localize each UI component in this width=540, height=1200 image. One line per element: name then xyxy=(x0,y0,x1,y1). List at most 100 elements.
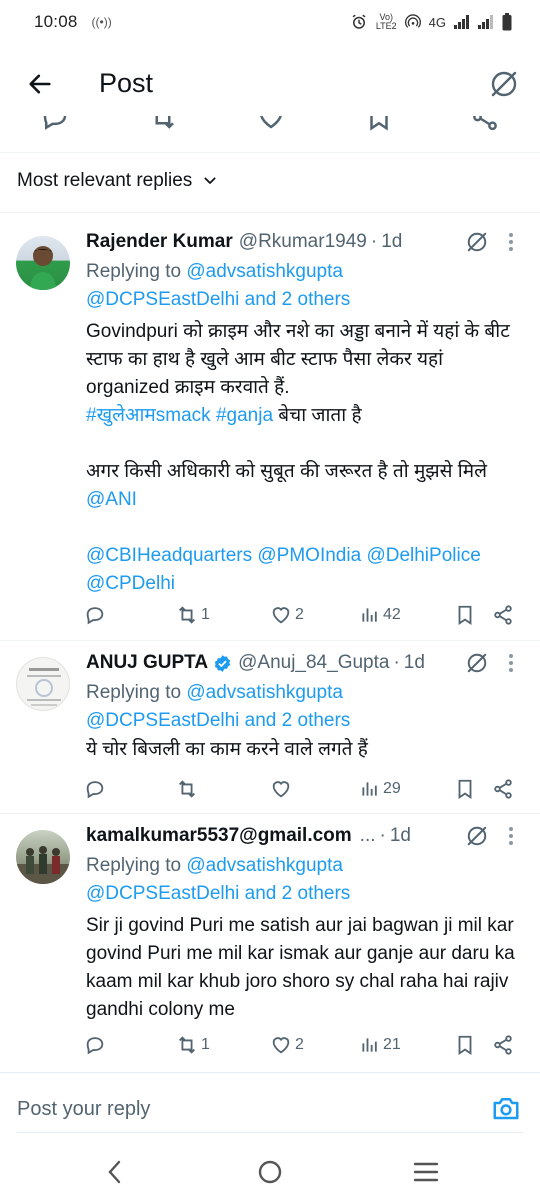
mention-link[interactable]: @PMOIndia xyxy=(257,545,361,566)
repost-icon xyxy=(179,1036,195,1054)
divider xyxy=(0,813,540,814)
reply-item[interactable]: Rajender Kumar @Rkumar1949 · 1d Replying… xyxy=(0,228,540,640)
nav-home-button[interactable] xyxy=(250,1155,290,1189)
replying-others-link[interactable]: @DCPSEastDelhi and 2 others xyxy=(86,289,350,310)
grok-button[interactable] xyxy=(464,650,490,676)
avatar[interactable] xyxy=(16,236,70,290)
bookmark-icon xyxy=(458,1035,472,1055)
bookmark-button[interactable] xyxy=(454,601,476,629)
user-handle[interactable]: @Rkumar1949 xyxy=(239,231,367,253)
more-vertical-icon xyxy=(509,233,513,251)
grok-icon xyxy=(467,653,487,673)
body-line: अगर किसी अधिकारी को सुबूत की जरूरत है तो… xyxy=(86,461,487,482)
divider xyxy=(0,152,540,153)
volte-badge: Vo) LTE2 xyxy=(376,13,397,31)
view-count: 21 xyxy=(383,1036,401,1053)
share-icon[interactable] xyxy=(470,116,500,132)
reply-icon xyxy=(86,781,104,799)
views-button[interactable]: 42 xyxy=(360,601,401,629)
replying-prefix: Replying to xyxy=(86,261,187,282)
replying-to: Replying to @advsatishkgupta @DCPSEastDe… xyxy=(86,258,520,314)
divider xyxy=(0,640,540,641)
share-button[interactable] xyxy=(492,1031,514,1059)
repost-button[interactable]: 1 xyxy=(176,601,210,629)
reply-text: ये चोर बिजली का काम करने वाले लगते हैं xyxy=(86,739,368,760)
view-count: 29 xyxy=(383,780,401,797)
mention-link[interactable]: @advsatishkgupta xyxy=(186,682,343,703)
replying-others-link[interactable]: @DCPSEastDelhi and 2 others xyxy=(86,883,350,904)
hashtag-link[interactable]: #खुलेआमsmack xyxy=(86,405,211,426)
replying-prefix: Replying to xyxy=(86,682,187,703)
avatar[interactable] xyxy=(16,657,70,711)
share-icon xyxy=(494,605,512,625)
mention-link[interactable]: @CBIHeadquarters xyxy=(86,545,252,566)
mention-link[interactable]: @advsatishkgupta xyxy=(186,261,343,282)
timestamp[interactable]: 1d xyxy=(390,825,411,847)
mention-link[interactable]: @advsatishkgupta xyxy=(186,855,343,876)
nav-back-button[interactable] xyxy=(95,1155,135,1189)
avatar-image xyxy=(30,246,56,290)
repost-icon xyxy=(179,606,195,624)
replying-others-link[interactable]: @DCPSEastDelhi and 2 others xyxy=(86,710,350,731)
display-name[interactable]: kamalkumar5537@gmail.com xyxy=(86,825,352,847)
user-handle[interactable]: ... xyxy=(360,825,376,847)
bookmark-button[interactable] xyxy=(454,775,476,803)
like-button[interactable] xyxy=(270,775,295,803)
grok-button[interactable] xyxy=(486,66,522,102)
mention-link[interactable]: @ANI xyxy=(86,489,137,510)
divider xyxy=(17,1132,523,1133)
views-button[interactable]: 21 xyxy=(360,1031,401,1059)
user-handle[interactable]: @Anuj_84_Gupta xyxy=(238,652,389,674)
more-options-button[interactable] xyxy=(502,650,520,676)
timestamp[interactable]: 1d xyxy=(381,231,402,253)
share-button[interactable] xyxy=(492,775,514,803)
more-options-button[interactable] xyxy=(502,823,520,849)
timestamp[interactable]: 1d xyxy=(404,652,425,674)
mention-link[interactable]: @DelhiPolice xyxy=(366,545,480,566)
back-button[interactable] xyxy=(22,66,58,102)
share-icon xyxy=(494,779,512,799)
bookmark-icon[interactable] xyxy=(364,116,394,132)
status-icons: Vo) LTE2 4G xyxy=(350,13,512,31)
bookmark-button[interactable] xyxy=(454,1031,476,1059)
bookmark-icon xyxy=(458,605,472,625)
replying-prefix: Replying to xyxy=(86,855,187,876)
heart-icon xyxy=(272,1037,290,1054)
share-button[interactable] xyxy=(492,601,514,629)
views-button[interactable]: 29 xyxy=(360,775,401,803)
sort-replies-dropdown[interactable]: Most relevant replies xyxy=(17,170,218,192)
reply-button[interactable] xyxy=(84,1031,109,1059)
grok-icon xyxy=(491,71,517,97)
reply-button[interactable] xyxy=(84,601,109,629)
grok-button[interactable] xyxy=(464,229,490,255)
repost-button[interactable] xyxy=(176,775,201,803)
display-name[interactable]: ANUJ GUPTA xyxy=(86,652,208,674)
reply-button[interactable] xyxy=(84,775,109,803)
display-name[interactable]: Rajender Kumar xyxy=(86,231,233,253)
reply-item[interactable]: ANUJ GUPTA @Anuj_84_Gupta · 1d Replying … xyxy=(0,649,540,813)
body-line: Govindpuri को क्राइम और नशे का अड्डा बना… xyxy=(86,321,516,398)
page-title: Post xyxy=(99,68,154,98)
hashtag-link[interactable]: #ganja xyxy=(216,405,273,426)
reply-actions: 29 xyxy=(84,775,522,803)
reply-item[interactable]: kamalkumar5537@gmail.com ... · 1d Replyi… xyxy=(0,822,540,1068)
nav-recents-button[interactable] xyxy=(406,1155,446,1189)
home-circle-icon xyxy=(258,1160,282,1184)
like-icon[interactable] xyxy=(256,116,286,132)
repost-icon[interactable] xyxy=(148,116,178,132)
repost-button[interactable]: 1 xyxy=(176,1031,210,1059)
replying-to: Replying to @advsatishkgupta @DCPSEastDe… xyxy=(86,679,520,735)
more-options-button[interactable] xyxy=(502,229,520,255)
camera-button[interactable] xyxy=(488,1090,524,1126)
like-button[interactable]: 2 xyxy=(270,601,304,629)
reply-text: Sir ji govind Puri me satish aur jai bag… xyxy=(86,915,521,1020)
mention-link[interactable]: @CPDelhi xyxy=(86,573,175,594)
reply-input[interactable] xyxy=(17,1092,457,1126)
status-bar: 10:08 ((•)) Vo) LTE2 4G xyxy=(0,0,540,44)
avatar[interactable] xyxy=(16,830,70,884)
like-button[interactable]: 2 xyxy=(270,1031,304,1059)
grok-button[interactable] xyxy=(464,823,490,849)
view-count: 42 xyxy=(383,606,401,623)
reply-icon[interactable] xyxy=(40,116,70,132)
heart-icon xyxy=(272,781,290,798)
